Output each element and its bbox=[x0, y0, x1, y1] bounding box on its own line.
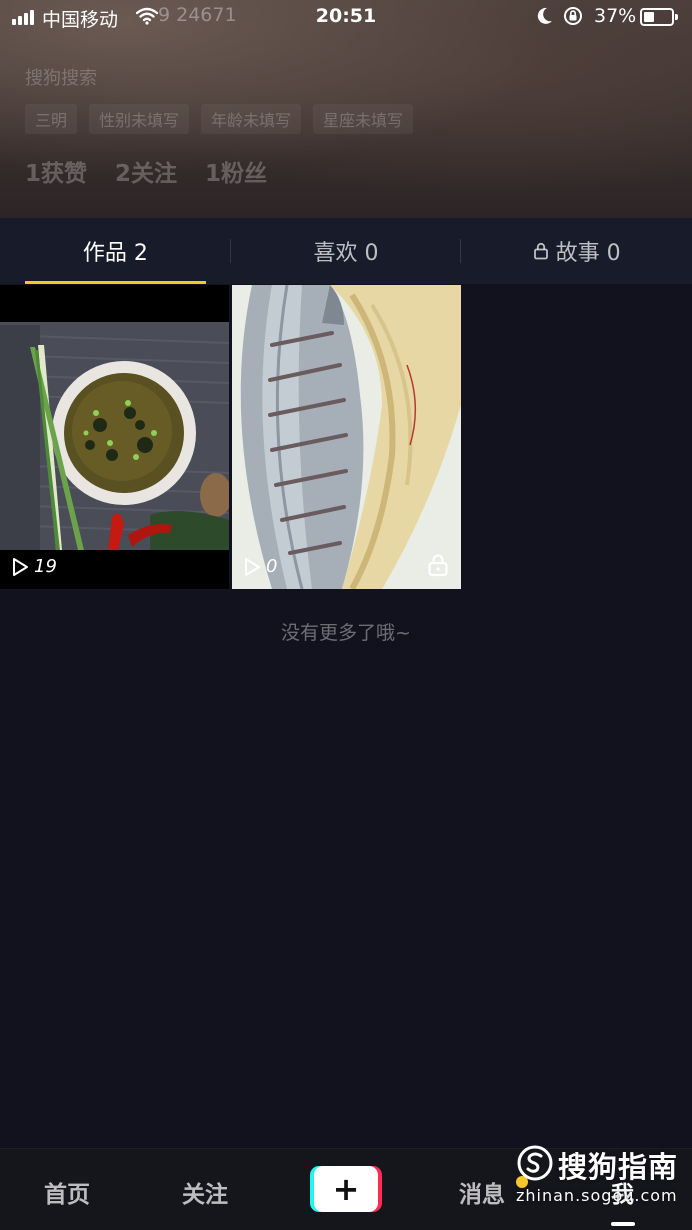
plus-icon: + bbox=[332, 1170, 360, 1208]
video-grid: 19 0 bbox=[0, 285, 692, 589]
location-tag: 三明 bbox=[25, 104, 78, 134]
following-stat[interactable]: 2关注 bbox=[115, 154, 177, 188]
lock-icon bbox=[533, 242, 548, 260]
tab-likes-label: 喜欢 0 bbox=[313, 241, 379, 266]
status-bar: 中国移动 9 24671 20:51 37% bbox=[0, 0, 692, 36]
rotation-lock-icon bbox=[564, 7, 582, 25]
video-tile[interactable]: 19 bbox=[0, 285, 229, 589]
content-tabs: 作品 2 喜欢 0 故事 0 bbox=[0, 218, 692, 284]
nav-follow[interactable]: 关注 bbox=[182, 1175, 228, 1209]
create-button[interactable]: + bbox=[310, 1166, 382, 1212]
moon-icon bbox=[537, 7, 552, 24]
search-hint: 搜狗搜索 bbox=[25, 68, 97, 89]
soup-thumbnail bbox=[0, 285, 229, 589]
watermark: 搜狗指南 zhinan.sogou.com bbox=[516, 1144, 692, 1214]
nav-messages[interactable]: 消息 bbox=[459, 1175, 505, 1209]
likes-stat[interactable]: 1获赞 bbox=[25, 154, 87, 188]
tab-works[interactable]: 作品 2 bbox=[0, 218, 231, 284]
tab-divider bbox=[230, 239, 231, 263]
tab-likes[interactable]: 喜欢 0 bbox=[231, 218, 462, 284]
battery-percent: 37% bbox=[594, 5, 637, 27]
end-of-list-message: 没有更多了哦~ bbox=[281, 622, 411, 644]
profile-stats: 1获赞 2关注 1粉丝 bbox=[25, 154, 267, 188]
battery-icon bbox=[640, 8, 678, 26]
sogou-logo-icon bbox=[517, 1145, 553, 1181]
tab-works-label: 作品 2 bbox=[82, 241, 148, 266]
private-lock-icon bbox=[428, 554, 448, 577]
constellation-tag: 星座未填写 bbox=[313, 104, 414, 134]
active-nav-indicator bbox=[611, 1222, 635, 1226]
play-count-value: 19 bbox=[34, 556, 57, 577]
play-count-value: 0 bbox=[266, 556, 278, 577]
gender-tag: 性别未填写 bbox=[89, 104, 190, 134]
profile-header: 中国移动 9 24671 20:51 37% 搜狗搜索 三明 性别未填写 年龄未… bbox=[0, 0, 692, 218]
tab-stories[interactable]: 故事 0 bbox=[461, 218, 692, 284]
play-icon bbox=[13, 557, 28, 576]
tab-stories-label: 故事 0 bbox=[555, 241, 621, 266]
play-icon bbox=[245, 557, 260, 576]
age-tag: 年龄未填写 bbox=[201, 104, 302, 134]
fish-thumbnail bbox=[232, 285, 461, 589]
active-tab-indicator bbox=[25, 281, 206, 284]
profile-tags: 三明 性别未填写 年龄未填写 星座未填写 bbox=[25, 104, 414, 134]
followers-stat[interactable]: 1粉丝 bbox=[205, 154, 267, 188]
watermark-domain: zhinan.sogou.com bbox=[516, 1186, 678, 1205]
play-count: 19 bbox=[10, 556, 57, 577]
nav-home[interactable]: 首页 bbox=[44, 1175, 90, 1209]
watermark-name: 搜狗指南 bbox=[558, 1150, 679, 1184]
video-tile[interactable]: 0 bbox=[232, 285, 461, 589]
tab-divider bbox=[460, 239, 461, 263]
status-time: 20:51 bbox=[315, 5, 377, 27]
play-count: 0 bbox=[242, 556, 277, 577]
